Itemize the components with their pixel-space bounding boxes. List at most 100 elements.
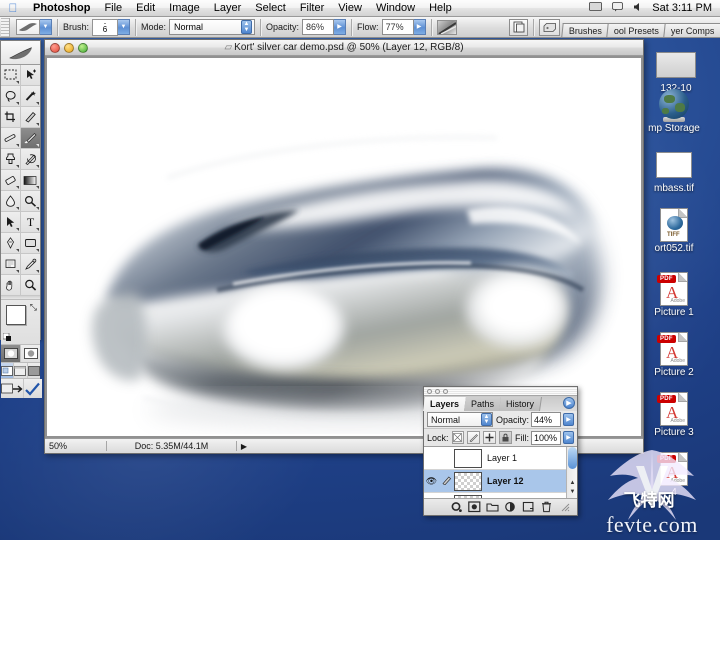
brush-preview-icon[interactable] — [16, 19, 40, 35]
layer-row[interactable]: 👁 Layer 12 — [424, 470, 577, 493]
lock-position-icon[interactable] — [483, 431, 497, 444]
blur-tool[interactable] — [1, 191, 21, 212]
standard-screen-mode-icon[interactable] — [1, 363, 15, 378]
menu-window[interactable]: Window — [369, 0, 422, 17]
opacity-slider-arrow-icon[interactable]: ▶ — [334, 19, 347, 35]
blend-mode-row[interactable]: Normal ▲ ▼ Opacity: 44% ▶ — [424, 411, 577, 429]
jump-to-row[interactable] — [1, 378, 42, 398]
lock-all-icon[interactable] — [499, 431, 513, 444]
flow-control[interactable]: 77% ▶ — [381, 19, 426, 35]
fill-slider-arrow[interactable]: ▶ — [563, 431, 575, 444]
lock-transparency-icon[interactable] — [451, 431, 465, 444]
history-brush-tool[interactable] — [20, 149, 40, 170]
foreground-color-swatch[interactable] — [6, 305, 26, 325]
palette-well[interactable]: Brushes ool Presets yer Comps — [561, 17, 720, 37]
well-tab-layer-comps[interactable]: yer Comps — [663, 23, 720, 37]
layer-thumbnail[interactable] — [454, 494, 482, 498]
brush-preset-chevron-icon[interactable]: ▼ — [40, 19, 52, 35]
scrollbar-knob[interactable] — [568, 447, 577, 469]
lasso-tool[interactable] — [1, 86, 21, 107]
quick-mask-mode-icon[interactable] — [21, 345, 40, 362]
display-icon[interactable] — [584, 1, 607, 15]
menu-app-name[interactable]: Photoshop — [26, 0, 97, 17]
default-colors-icon[interactable] — [2, 332, 12, 342]
menu-bar[interactable]:  Photoshop File Edit Image Layer Select… — [0, 0, 720, 17]
airbrush-icon[interactable] — [436, 19, 457, 35]
palette-resize-grip[interactable] — [556, 500, 573, 515]
palette-menu-icon[interactable]: ▶ — [563, 397, 575, 409]
palette-close-dot[interactable] — [427, 388, 432, 394]
layer-name[interactable]: Layer 1 — [487, 453, 517, 463]
eyedropper-tool[interactable] — [20, 254, 40, 275]
flow-slider-arrow-icon[interactable]: ▶ — [413, 19, 426, 35]
layers-palette-titlebar[interactable] — [424, 387, 577, 396]
brush-preset-picker[interactable]: ▼ — [16, 19, 52, 35]
delete-layer-icon[interactable] — [538, 500, 555, 515]
brush-size-control[interactable]: · 6 ▼ — [92, 18, 131, 36]
menu-help[interactable]: Help — [422, 0, 459, 17]
color-swatches[interactable]: ⤡ — [1, 300, 40, 344]
options-bar-grip[interactable] — [1, 17, 10, 37]
menu-filter[interactable]: Filter — [293, 0, 331, 17]
tab-history[interactable]: History — [499, 397, 543, 411]
type-tool[interactable]: T — [20, 212, 40, 233]
opacity-control[interactable]: 86% ▶ — [302, 19, 347, 35]
jump-to-check-icon[interactable] — [24, 379, 42, 398]
layers-palette-bottom-bar[interactable] — [424, 498, 577, 515]
magic-wand-tool[interactable] — [20, 86, 40, 107]
chevron-updown-icon[interactable]: ▲ ▼ — [480, 413, 492, 426]
layer-thumbnail[interactable] — [454, 448, 482, 468]
blend-mode-select[interactable]: Normal ▲ ▼ — [427, 412, 493, 427]
shape-tool[interactable] — [20, 233, 40, 254]
lock-row[interactable]: Lock: Fill: 100% ▶ — [424, 429, 577, 447]
zoom-tool[interactable] — [20, 275, 40, 296]
full-screen-menubar-mode-icon[interactable] — [14, 363, 28, 378]
layer-row[interactable]: 👁 Layer 11 — [424, 493, 577, 498]
layer-row[interactable]: Layer 1 — [424, 447, 577, 470]
fill-value[interactable]: 100% — [531, 430, 562, 445]
palette-well-icon[interactable] — [539, 18, 561, 36]
brush-size-chevron-icon[interactable]: ▼ — [118, 19, 131, 35]
scroll-up-arrow[interactable]: ▲ — [568, 479, 577, 488]
hand-tool[interactable] — [1, 275, 21, 296]
blend-mode-dropdown[interactable]: Normal ▲ ▼ — [169, 19, 256, 35]
opacity-value[interactable]: 44% — [531, 412, 561, 427]
menu-image[interactable]: Image — [162, 0, 207, 17]
desktop-icon-tiff-file[interactable]: TIFF ort052.tif — [634, 208, 714, 254]
file-browser-icon[interactable] — [509, 18, 529, 36]
move-tool[interactable] — [20, 65, 40, 86]
path-selection-tool[interactable] — [1, 212, 21, 233]
layers-palette-tabs[interactable]: Layers Paths History ▶ — [423, 396, 577, 411]
new-group-icon[interactable] — [484, 500, 501, 515]
apple-icon[interactable]:  — [0, 2, 26, 15]
tool-grid[interactable]: T — [1, 65, 40, 296]
volume-icon[interactable] — [628, 2, 648, 15]
desktop-icon-pdf-picture-1[interactable]: PDF A Adobe Picture 1 — [634, 272, 714, 318]
dodge-tool[interactable] — [20, 191, 40, 212]
marquee-tool[interactable] — [1, 65, 21, 86]
jump-to-imageready-icon[interactable] — [1, 379, 24, 398]
tab-paths[interactable]: Paths — [464, 397, 503, 411]
crop-tool[interactable] — [1, 107, 21, 128]
image-canvas[interactable] — [47, 58, 641, 436]
swap-colors-icon[interactable]: ⤡ — [30, 302, 37, 313]
opacity-slider-arrow[interactable]: ▶ — [563, 413, 574, 426]
lock-image-icon[interactable] — [467, 431, 481, 444]
brush-size-field[interactable]: · 6 — [92, 18, 119, 36]
standard-mode-icon[interactable] — [1, 345, 21, 362]
desktop-icon-pdf-picture-2[interactable]: PDF A Adobe Picture 2 — [634, 332, 714, 378]
layer-link-icon[interactable] — [439, 475, 454, 487]
menu-select[interactable]: Select — [248, 0, 293, 17]
fill-control[interactable]: Fill: 100% ▶ — [515, 430, 575, 445]
gradient-tool[interactable] — [20, 170, 40, 191]
full-screen-mode-icon[interactable] — [27, 363, 40, 378]
desktop-icon-network-globe[interactable]: mp Storage — [634, 88, 714, 134]
layers-list[interactable]: Layer 1 👁 Layer 12 👁 Layer 11 ▲ ▼ — [424, 447, 577, 498]
menu-view[interactable]: View — [331, 0, 369, 17]
tab-layers[interactable]: Layers — [423, 397, 468, 411]
palette-minimize-dot[interactable] — [435, 388, 440, 394]
brush-tool[interactable] — [20, 128, 40, 149]
adjustment-layer-icon[interactable] — [502, 500, 519, 515]
menu-bar-clock[interactable]: Sat 3:11 PM — [648, 2, 720, 14]
new-layer-icon[interactable] — [520, 500, 537, 515]
